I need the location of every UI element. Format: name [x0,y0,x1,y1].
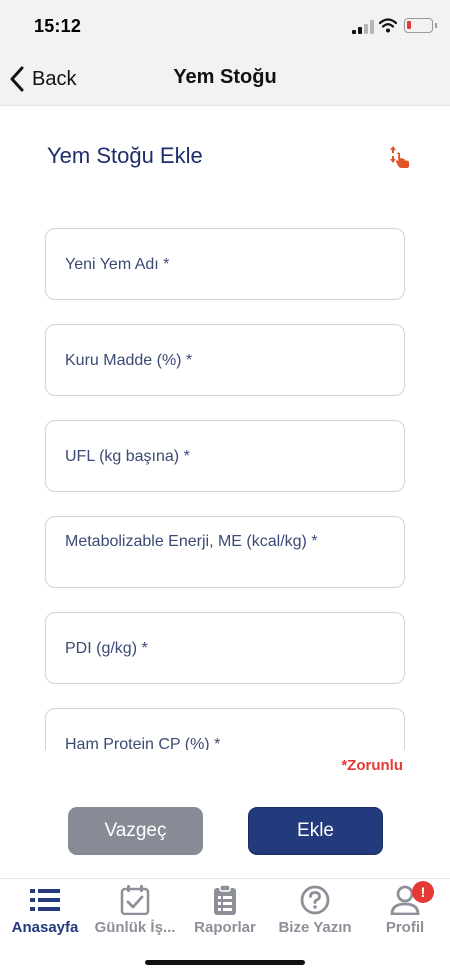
tab-label: Günlük İş... [94,919,176,936]
tab-label: Bize Yazın [278,919,352,936]
drag-reorder-icon[interactable] [388,145,412,169]
ufl-input[interactable]: UFL (kg başına) * [45,420,405,492]
back-button[interactable]: Back [8,64,76,94]
tab-contact[interactable]: Bize Yazın [270,885,360,945]
required-note: *Zorunlu [341,757,403,774]
tab-home[interactable]: Anasayfa [0,885,90,945]
form-fields: Yeni Yem Adı * Kuru Madde (%) * UFL (kg … [0,220,450,750]
field-label: Yeni Yem Adı * [65,256,170,273]
notification-badge: ! [412,881,434,903]
chevron-left-icon [10,66,24,92]
metabolizable-energy-input[interactable]: Metabolizable Enerji, ME (kcal/kg) * [45,516,405,588]
add-button[interactable]: Ekle [248,807,383,855]
battery-icon [404,18,437,33]
tab-reports[interactable]: Raporlar [180,885,270,945]
tab-label: Profil [385,919,425,936]
navigation-bar: Yem Stoğu Back [0,52,450,106]
pdi-input[interactable]: PDI (g/kg) * [45,612,405,684]
tab-label: Anasayfa [11,919,79,936]
tab-daily-tasks[interactable]: Günlük İş... [90,885,180,945]
list-icon [30,889,60,911]
back-label: Back [32,67,77,90]
crude-protein-input[interactable]: Ham Protein CP (%) * [45,708,405,750]
field-label: Kuru Madde (%) * [65,352,193,369]
cancel-button[interactable]: Vazgeç [68,807,203,855]
clipboard-icon [214,885,236,915]
tab-label: Raporlar [194,919,256,936]
tab-profile[interactable]: ! Profil [360,881,450,945]
field-label: Metabolizable Enerji, ME (kcal/kg) * [65,533,318,550]
field-label: Ham Protein CP (%) * [65,736,221,750]
form-title: Yem Stoğu Ekle [47,143,203,168]
calendar-check-icon [120,885,150,915]
field-label: PDI (g/kg) * [65,640,148,657]
status-time: 15:12 [34,16,82,36]
feed-name-input[interactable]: Yeni Yem Adı * [45,228,405,300]
question-circle-icon [300,885,330,915]
status-bar: 15:12 [0,0,450,52]
dry-matter-input[interactable]: Kuru Madde (%) * [45,324,405,396]
signal-icon [352,20,374,34]
home-indicator [145,960,305,965]
field-label: UFL (kg başına) * [65,448,190,465]
wifi-icon [379,18,397,33]
